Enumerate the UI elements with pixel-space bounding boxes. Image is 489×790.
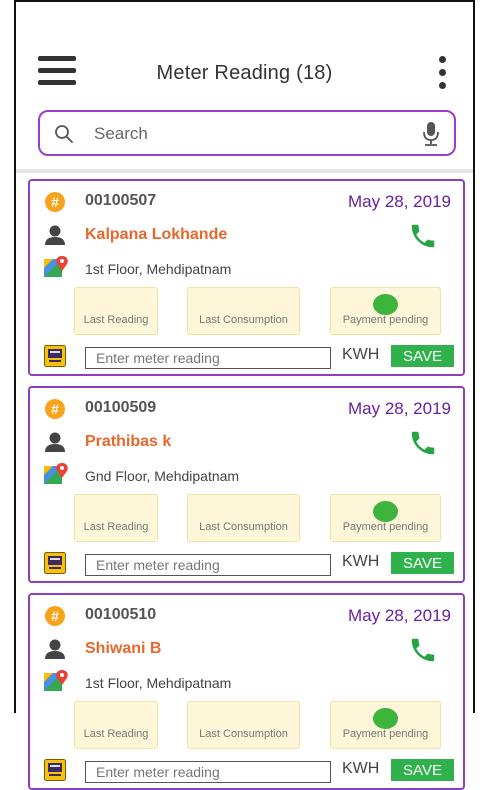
last-reading-box: Last Reading xyxy=(74,701,158,749)
map-pin-icon xyxy=(44,256,68,277)
account-number: 00100509 xyxy=(85,399,157,416)
last-consumption-label: Last Consumption xyxy=(199,314,288,326)
last-consumption-label: Last Consumption xyxy=(199,728,288,740)
last-reading-label: Last Reading xyxy=(83,314,149,326)
more-vert-icon[interactable] xyxy=(436,56,448,90)
person-icon xyxy=(45,639,65,659)
last-reading-label: Last Reading xyxy=(83,728,149,740)
payment-status-box: Payment pending xyxy=(330,494,441,542)
customer-address: Gnd Floor, Mehdipatnam xyxy=(85,468,240,484)
last-reading-box: Last Reading xyxy=(74,287,158,335)
app-frame: Meter Reading (18) # 00100507 May 28, 20… xyxy=(14,0,475,790)
hash-badge-icon: # xyxy=(45,399,65,419)
last-reading-box: Last Reading xyxy=(74,494,158,542)
phone-icon[interactable] xyxy=(408,221,438,251)
unit-label: KWH xyxy=(342,346,380,363)
unit-label: KWH xyxy=(342,553,380,570)
person-icon xyxy=(45,432,65,452)
meter-card[interactable]: # 00100507 May 28, 2019 Kalpana Lokhande… xyxy=(28,179,465,376)
page-title: Meter Reading (18) xyxy=(156,62,333,84)
last-consumption-label: Last Consumption xyxy=(199,521,288,533)
account-number: 00100510 xyxy=(85,606,157,623)
reading-date: May 28, 2019 xyxy=(347,399,451,418)
phone-icon[interactable] xyxy=(408,428,438,458)
payment-status-label: Payment pending xyxy=(342,521,429,533)
payment-status-label: Payment pending xyxy=(342,314,429,326)
last-consumption-box: Last Consumption xyxy=(187,287,300,335)
person-icon xyxy=(45,225,65,245)
unit-label: KWH xyxy=(342,760,380,777)
meter-reading-input[interactable] xyxy=(85,347,331,369)
svg-text:#: # xyxy=(51,194,59,210)
meter-reading-input[interactable] xyxy=(85,761,331,783)
last-consumption-box: Last Consumption xyxy=(187,701,300,749)
reading-date: May 28, 2019 xyxy=(347,192,451,211)
meter-card[interactable]: # 00100510 May 28, 2019 Shiwani B 1st Fl… xyxy=(28,593,465,790)
payment-status-box: Payment pending xyxy=(330,701,441,749)
save-button[interactable]: SAVE xyxy=(391,759,454,781)
customer-name: Prathibas k xyxy=(85,433,172,450)
svg-text:#: # xyxy=(51,608,59,624)
customer-name: Kalpana Lokhande xyxy=(85,226,228,243)
save-button[interactable]: SAVE xyxy=(391,345,454,367)
status-dot xyxy=(373,501,398,522)
phone-icon[interactable] xyxy=(408,635,438,665)
app-header: Meter Reading (18) xyxy=(16,2,473,100)
save-button[interactable]: SAVE xyxy=(391,552,454,574)
reading-date: May 28, 2019 xyxy=(347,606,451,625)
status-dot xyxy=(373,708,398,729)
customer-name: Shiwani B xyxy=(85,640,162,657)
hash-badge-icon: # xyxy=(45,192,65,212)
payment-status-label: Payment pending xyxy=(342,728,429,740)
hash-badge-icon: # xyxy=(45,606,65,626)
customer-address: 1st Floor, Mehdipatnam xyxy=(85,675,232,691)
payment-status-box: Payment pending xyxy=(330,287,441,335)
search-bar xyxy=(38,110,456,156)
map-pin-icon xyxy=(44,463,68,484)
header-divider xyxy=(16,169,473,173)
map-pin-icon xyxy=(44,670,68,691)
status-dot xyxy=(373,294,398,315)
last-reading-label: Last Reading xyxy=(83,521,149,533)
svg-text:#: # xyxy=(51,401,59,417)
meter-card[interactable]: # 00100509 May 28, 2019 Prathibas k Gnd … xyxy=(28,386,465,583)
meter-icon xyxy=(44,345,66,367)
customer-address: 1st Floor, Mehdipatnam xyxy=(85,261,232,277)
account-number: 00100507 xyxy=(85,192,157,209)
meter-icon xyxy=(44,552,66,574)
meter-icon xyxy=(44,759,66,781)
search-icon xyxy=(55,125,73,143)
meter-reading-input[interactable] xyxy=(85,554,331,576)
last-consumption-box: Last Consumption xyxy=(187,494,300,542)
mic-icon[interactable] xyxy=(422,121,440,147)
search-input[interactable] xyxy=(92,121,396,147)
